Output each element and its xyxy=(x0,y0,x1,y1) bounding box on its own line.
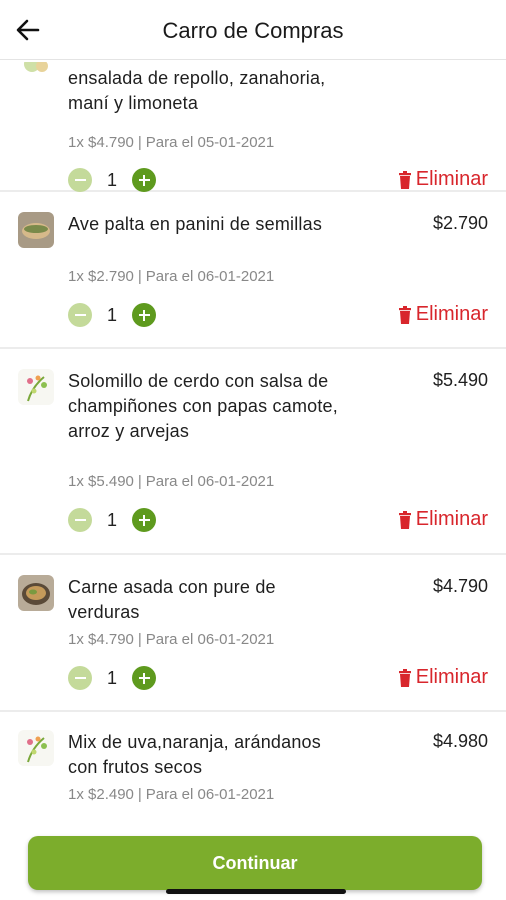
item-price: $5.490 xyxy=(432,370,488,390)
item-price: $2.790 xyxy=(432,213,488,233)
quantity-stepper: 1 xyxy=(68,665,156,691)
bowl-thumbnail xyxy=(18,575,54,611)
item-meta: 1x $4.790 | Para el 05-01-2021 xyxy=(68,134,275,151)
item-meta: 1x $5.490 | Para el 06-01-2021 xyxy=(68,473,275,490)
page-title: Carro de Compras xyxy=(162,18,344,43)
delete-button[interactable]: Eliminar xyxy=(398,666,488,689)
leaf-logo-thumbnail xyxy=(18,730,54,766)
quantity-value: 1 xyxy=(106,304,117,325)
quantity-value: 1 xyxy=(106,667,117,688)
item-name: Carne asada con pure de verduras xyxy=(68,577,276,622)
item-name: Mix de uva,naranja, arándanos con frutos… xyxy=(68,732,321,777)
item-name: ensalada de repollo, zanahoria, maní y l… xyxy=(68,68,326,113)
increase-quantity-button[interactable] xyxy=(132,508,156,532)
decrease-quantity-button[interactable] xyxy=(68,666,92,690)
cart-list[interactable]: ensalada de repollo, zanahoria, maní y l… xyxy=(0,60,506,900)
quantity-stepper: 1 xyxy=(68,302,156,328)
item-name: Solomillo de cerdo con salsa de champiño… xyxy=(68,371,338,441)
panini-thumbnail xyxy=(18,212,54,248)
increase-quantity-button[interactable] xyxy=(132,303,156,327)
delete-button[interactable]: Eliminar xyxy=(398,168,488,191)
delete-button[interactable]: Eliminar xyxy=(398,303,488,326)
quantity-value: 1 xyxy=(106,169,117,190)
trash-icon xyxy=(398,305,411,324)
increase-quantity-button[interactable] xyxy=(132,168,156,192)
item-meta: 1x $4.790 | Para el 06-01-2021 xyxy=(68,631,275,648)
cart-item: Carne asada con pure de verduras $4.790 … xyxy=(0,555,506,712)
cart-item: ensalada de repollo, zanahoria, maní y l… xyxy=(0,60,506,192)
trash-icon xyxy=(398,170,411,189)
leaf-logo-thumbnail xyxy=(18,369,54,405)
quantity-stepper: 1 xyxy=(68,507,156,533)
trash-icon xyxy=(398,668,411,687)
item-price: $4.790 xyxy=(432,576,488,596)
item-meta: 1x $2.490 | Para el 06-01-2021 xyxy=(68,786,275,803)
cart-item: Ave palta en panini de semillas $2.790 1… xyxy=(0,192,506,349)
item-name: Ave palta en panini de semillas xyxy=(68,214,323,234)
quantity-value: 1 xyxy=(106,509,117,530)
delete-button[interactable]: Eliminar xyxy=(398,508,488,531)
decrease-quantity-button[interactable] xyxy=(68,508,92,532)
increase-quantity-button[interactable] xyxy=(132,666,156,690)
decrease-quantity-button[interactable] xyxy=(68,168,92,192)
home-indicator xyxy=(166,889,346,894)
item-meta: 1x $2.790 | Para el 06-01-2021 xyxy=(68,268,275,285)
quantity-stepper: 1 xyxy=(68,167,156,193)
continue-button[interactable]: Continuar xyxy=(28,836,482,890)
cart-item: Solomillo de cerdo con salsa de champiño… xyxy=(0,349,506,555)
decrease-quantity-button[interactable] xyxy=(68,303,92,327)
item-price: $4.980 xyxy=(432,731,488,751)
trash-icon xyxy=(398,510,411,529)
app-header: Carro de Compras xyxy=(0,0,506,60)
salad-thumbnail xyxy=(18,62,54,76)
